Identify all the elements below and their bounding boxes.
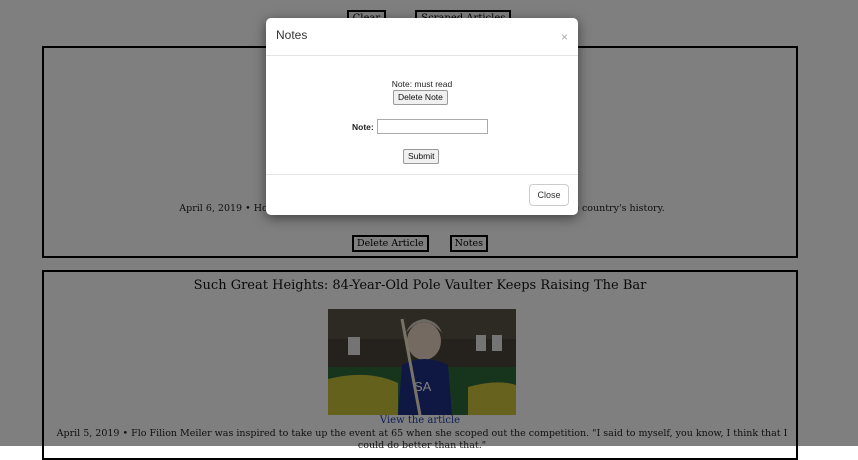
existing-note-text: Note: must read bbox=[391, 79, 453, 89]
modal-title: Notes bbox=[276, 28, 308, 42]
submit-button[interactable]: Submit bbox=[403, 149, 440, 164]
note-label: Note: bbox=[352, 122, 374, 132]
notes-modal: Notes × Note: must read Delete Note Note… bbox=[266, 18, 578, 215]
delete-note-button[interactable]: Delete Note bbox=[393, 90, 448, 105]
close-icon[interactable]: × bbox=[561, 31, 568, 43]
note-input[interactable] bbox=[377, 119, 488, 134]
modal-body: Note: must read Delete Note Note: Submit bbox=[266, 56, 578, 175]
close-button[interactable]: Close bbox=[529, 184, 569, 206]
modal-header: Notes × bbox=[266, 18, 578, 56]
